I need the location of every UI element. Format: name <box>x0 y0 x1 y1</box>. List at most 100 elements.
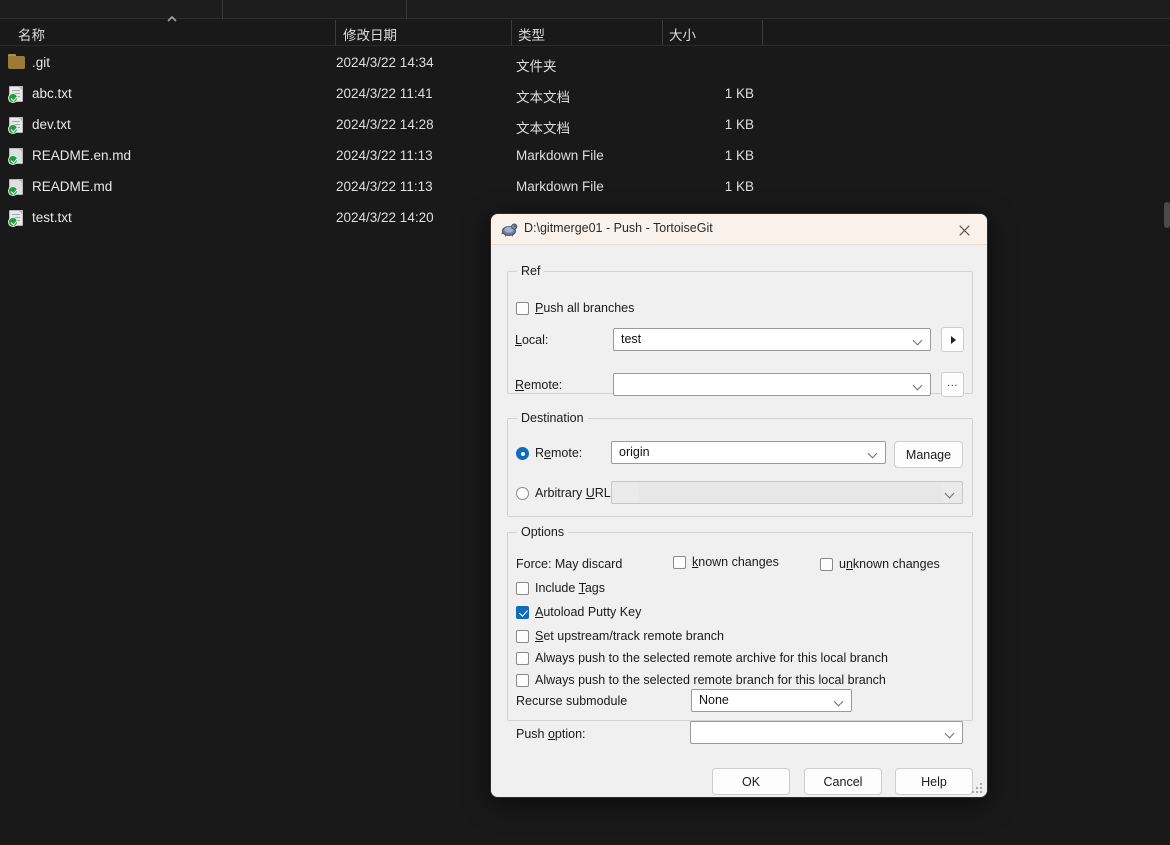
recurse-submodule-combo[interactable]: None <box>691 689 852 712</box>
file-date: 2024/3/22 14:28 <box>336 117 434 132</box>
local-branch-browse-button[interactable] <box>941 327 964 352</box>
destination-group-legend: Destination <box>521 411 584 425</box>
markdown-document-icon <box>8 178 26 196</box>
recurse-submodule-label: Recurse submodule <box>516 694 628 708</box>
force-discard-label: Force: May discard <box>516 557 623 571</box>
file-size: 1 KB <box>724 148 754 163</box>
table-row[interactable]: abc.txt 2024/3/22 11:41 文本文档 1 KB <box>0 79 1170 110</box>
push-all-branches-label[interactable]: Push all branches <box>535 301 634 315</box>
include-tags-checkbox[interactable] <box>516 582 529 595</box>
chevron-down-icon <box>946 490 955 495</box>
file-date: 2024/3/22 14:34 <box>336 55 434 70</box>
destination-remote-value: origin <box>619 445 650 459</box>
file-name: abc.txt <box>32 86 72 101</box>
file-name: dev.txt <box>32 117 71 132</box>
file-size: 1 KB <box>724 179 754 194</box>
include-tags-label[interactable]: Include Tags <box>535 581 605 595</box>
destination-remote-combo[interactable]: origin <box>611 441 886 464</box>
autoload-putty-key-label[interactable]: Autoload Putty Key <box>535 605 641 619</box>
destination-remote-radio[interactable] <box>516 447 529 460</box>
force-unknown-changes-label[interactable]: unknown changes <box>839 557 940 571</box>
file-date: 2024/3/22 11:41 <box>336 86 433 101</box>
git-normal-status-icon <box>8 217 18 227</box>
table-row[interactable]: .git 2024/3/22 14:34 文件夹 <box>0 48 1170 79</box>
chevron-down-icon <box>946 730 955 735</box>
options-group-legend: Options <box>521 525 565 539</box>
force-known-changes-checkbox[interactable] <box>673 556 686 569</box>
chevron-down-icon <box>869 450 878 455</box>
text-document-icon <box>8 209 26 227</box>
text-document-icon <box>8 85 26 103</box>
remote-ref-combo[interactable] <box>613 373 931 396</box>
folder-icon <box>8 54 26 72</box>
table-row[interactable]: README.en.md 2024/3/22 11:13 Markdown Fi… <box>0 141 1170 172</box>
file-name: README.en.md <box>32 148 132 163</box>
column-header-row: 名称 修改日期 类型 大小 <box>0 19 1170 46</box>
destination-remote-label[interactable]: Remote: <box>535 446 582 460</box>
markdown-document-icon <box>8 147 26 165</box>
vertical-scrollbar-thumb[interactable] <box>1164 202 1170 228</box>
file-name: README.md <box>32 179 113 194</box>
destination-arbitrary-url-label[interactable]: Arbitrary URL: <box>535 486 614 500</box>
file-type: 文本文档 <box>516 90 570 105</box>
manage-remotes-button[interactable]: Manage <box>894 441 963 468</box>
column-divider-4[interactable] <box>762 20 763 45</box>
close-icon[interactable] <box>943 214 987 245</box>
git-normal-status-icon <box>8 186 18 196</box>
file-type: Markdown File <box>516 148 604 163</box>
ok-button[interactable]: OK <box>712 768 790 795</box>
tortoisegit-icon <box>501 221 518 238</box>
always-push-branch-checkbox[interactable] <box>516 674 529 687</box>
push-all-branches-checkbox[interactable] <box>516 302 529 315</box>
always-push-archive-checkbox[interactable] <box>516 652 529 665</box>
text-document-icon <box>8 116 26 134</box>
set-upstream-checkbox[interactable] <box>516 630 529 643</box>
force-known-changes-label[interactable]: known changes <box>692 555 779 569</box>
destination-arbitrary-url-combo[interactable] <box>611 481 963 504</box>
cancel-button[interactable]: Cancel <box>804 768 882 795</box>
push-option-label: Push option: <box>516 727 586 741</box>
push-dialog: D:\gitmerge01 - Push - TortoiseGit Ref P… <box>490 213 988 798</box>
local-branch-value: test <box>621 332 642 346</box>
always-push-archive-label[interactable]: Always push to the selected remote archi… <box>535 651 888 665</box>
help-button[interactable]: Help <box>895 768 973 795</box>
file-type: 文本文档 <box>516 121 570 136</box>
ellipsis-icon: ... <box>947 377 958 389</box>
set-upstream-label[interactable]: Set upstream/track remote branch <box>535 629 724 643</box>
local-label: Local: <box>515 333 549 347</box>
dialog-body: Ref Push all branches Local: test Remote… <box>491 245 987 797</box>
file-name: .git <box>32 55 51 70</box>
chevron-down-icon <box>835 698 844 703</box>
column-divider-2[interactable] <box>511 20 512 45</box>
local-branch-combo[interactable]: test <box>613 328 931 351</box>
git-normal-status-icon <box>8 93 18 103</box>
git-normal-status-icon <box>8 155 18 165</box>
file-date: 2024/3/22 11:13 <box>336 179 433 194</box>
remote-ref-label: Remote: <box>515 378 563 392</box>
column-header-size[interactable]: 大小 <box>669 24 696 44</box>
recurse-submodule-value: None <box>699 693 729 707</box>
destination-arbitrary-url-radio[interactable] <box>516 487 529 500</box>
git-normal-status-icon <box>8 124 18 134</box>
column-header-type[interactable]: 类型 <box>518 24 545 44</box>
remote-ref-browse-button[interactable]: ... <box>941 372 964 397</box>
column-divider-3[interactable] <box>662 20 663 45</box>
file-size: 1 KB <box>724 86 754 101</box>
dialog-title: D:\gitmerge01 - Push - TortoiseGit <box>524 221 713 235</box>
always-push-branch-label[interactable]: Always push to the selected remote branc… <box>535 673 886 687</box>
column-divider-1[interactable] <box>335 20 336 45</box>
force-unknown-changes-checkbox[interactable] <box>820 558 833 571</box>
column-header-date[interactable]: 修改日期 <box>343 24 397 44</box>
autoload-putty-key-checkbox[interactable] <box>516 606 529 619</box>
triangle-right-icon <box>951 336 956 344</box>
file-date: 2024/3/22 11:13 <box>336 148 433 163</box>
table-row[interactable]: dev.txt 2024/3/22 14:28 文本文档 1 KB <box>0 110 1170 141</box>
file-type: Markdown File <box>516 179 604 194</box>
table-row[interactable]: README.md 2024/3/22 11:13 Markdown File … <box>0 172 1170 203</box>
file-size: 1 KB <box>724 117 754 132</box>
push-option-combo[interactable] <box>690 721 963 744</box>
column-header-name[interactable]: 名称 <box>18 24 45 44</box>
resize-grip[interactable] <box>972 783 983 794</box>
top-strip-divider-1 <box>222 0 223 19</box>
dialog-titlebar[interactable]: D:\gitmerge01 - Push - TortoiseGit <box>491 214 987 245</box>
